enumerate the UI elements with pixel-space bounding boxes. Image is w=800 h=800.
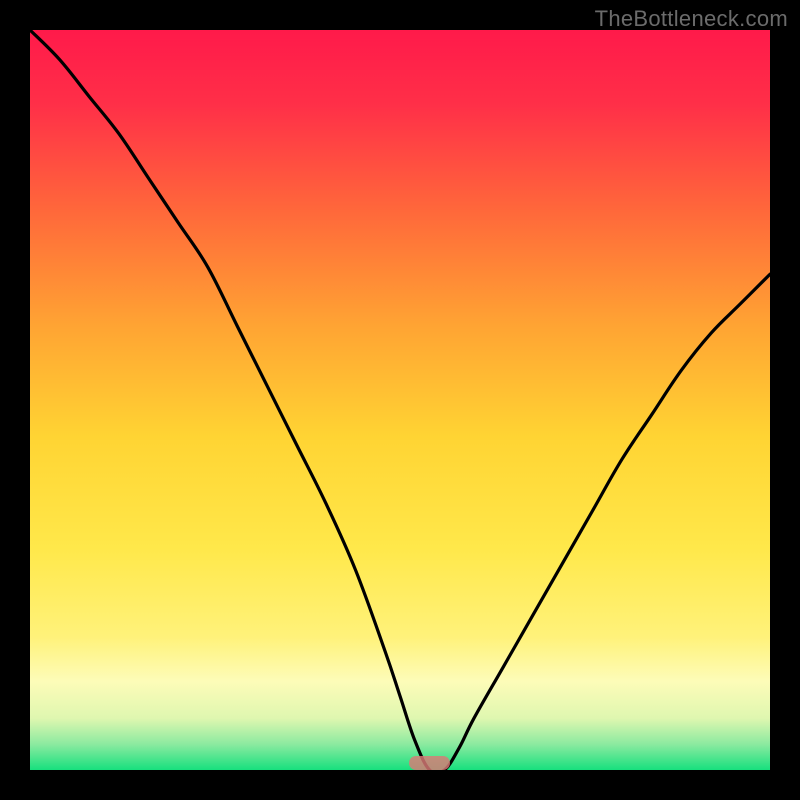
watermark-text: TheBottleneck.com <box>595 6 788 32</box>
chart-frame: TheBottleneck.com <box>0 0 800 800</box>
bottleneck-curve <box>30 30 770 770</box>
optimum-marker <box>409 756 450 770</box>
plot-area <box>30 30 770 770</box>
